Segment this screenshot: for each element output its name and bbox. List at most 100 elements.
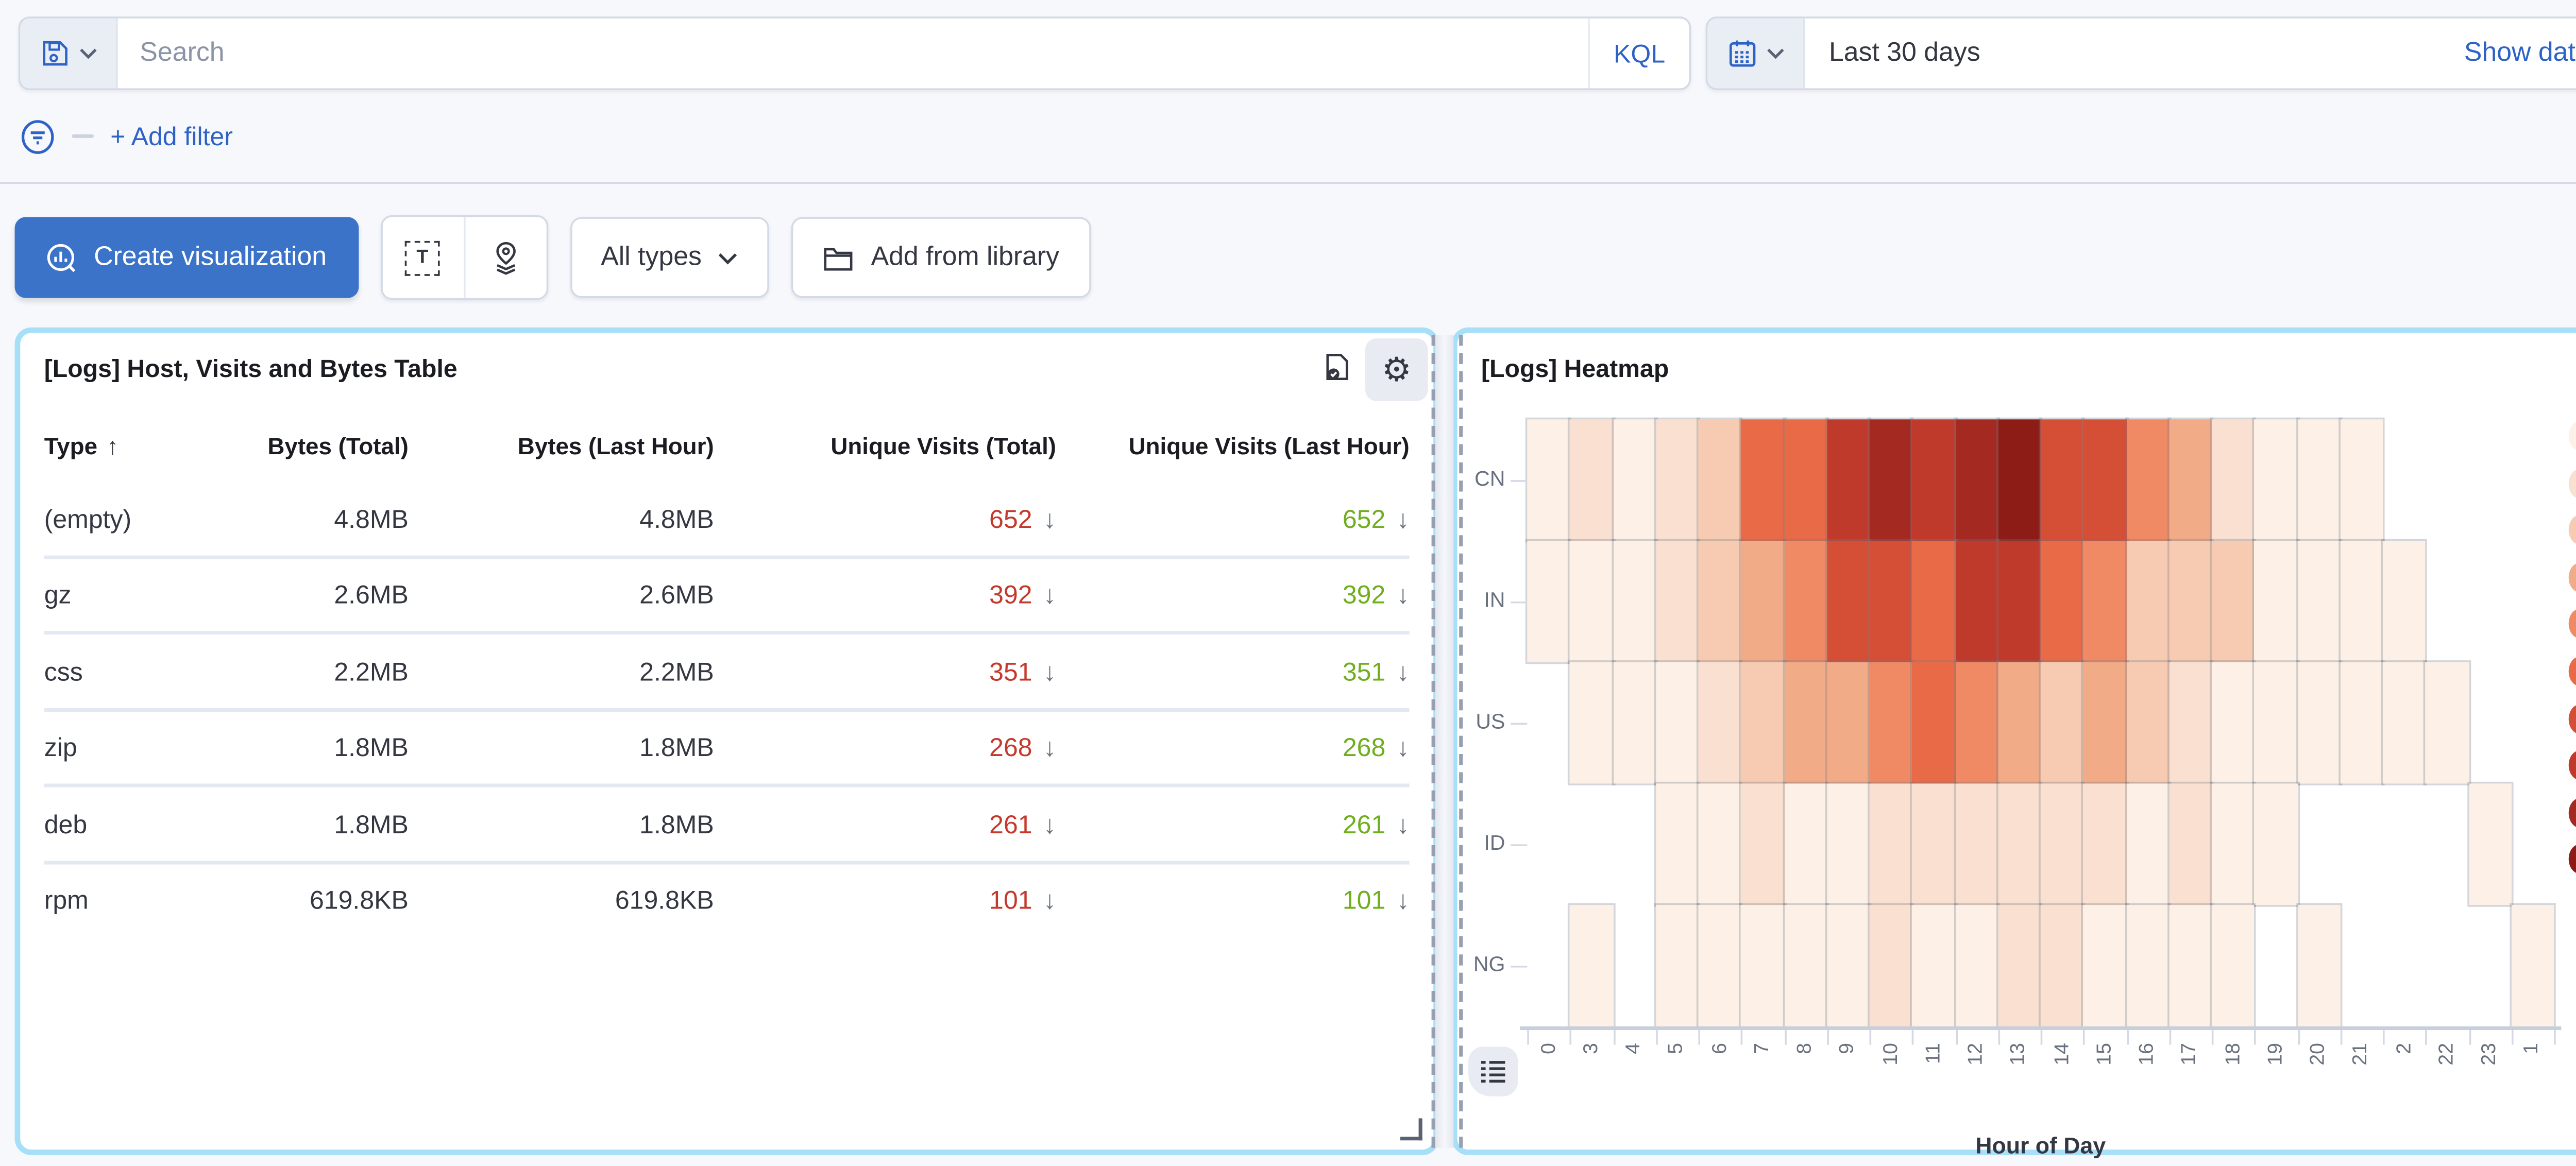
heatmap-cell[interactable]	[1613, 541, 1655, 662]
heatmap-cell[interactable]	[2468, 783, 2511, 905]
legend-item[interactable]: 18 - 24	[2569, 555, 2576, 599]
heatmap-cell[interactable]	[1741, 905, 1784, 1026]
heatmap-cell[interactable]	[2255, 419, 2297, 541]
heatmap-cell[interactable]	[1912, 662, 1955, 784]
date-quick-menu-button[interactable]	[1707, 19, 1805, 89]
heatmap-cell[interactable]	[2426, 662, 2468, 784]
show-dates-button[interactable]: Show dates	[2464, 19, 2576, 89]
heatmap-cell[interactable]	[1655, 419, 1698, 541]
heatmap-cell[interactable]	[1955, 419, 1998, 541]
legend-item[interactable]: 36 - 42	[2569, 696, 2576, 741]
heatmap-cell[interactable]	[2340, 541, 2383, 662]
heatmap-cell[interactable]	[1870, 541, 1912, 662]
column-header-unique-visits-last-hour[interactable]: Unique Visits (Last Hour)	[1056, 432, 1410, 460]
heatmap-cell[interactable]	[1870, 419, 1912, 541]
heatmap-cell[interactable]	[2041, 662, 2083, 784]
heatmap-cell[interactable]	[2297, 662, 2340, 784]
heatmap-cell[interactable]	[2041, 783, 2083, 905]
heatmap-cell[interactable]	[2169, 783, 2212, 905]
legend-item[interactable]: 48 - 54	[2569, 791, 2576, 835]
arrow-down-icon[interactable]: ↓	[1043, 885, 1056, 915]
heatmap-cell[interactable]	[1698, 905, 1741, 1026]
heatmap-cell[interactable]	[1655, 905, 1698, 1026]
heatmap-cell[interactable]	[1912, 905, 1955, 1026]
arrow-down-icon[interactable]: ↓	[1043, 656, 1056, 685]
heatmap-cell[interactable]	[2169, 541, 2212, 662]
column-header-bytes-total[interactable]: Bytes (Total)	[206, 432, 409, 460]
saved-query-menu-button[interactable]	[20, 19, 117, 89]
column-header-unique-visits-total[interactable]: Unique Visits (Total)	[714, 432, 1056, 460]
heatmap-cell[interactable]	[2083, 662, 2126, 784]
heatmap-cell[interactable]	[1655, 662, 1698, 784]
heatmap-cell[interactable]	[1784, 905, 1827, 1026]
heatmap-cell[interactable]	[1741, 419, 1784, 541]
heatmap-cell[interactable]	[1698, 662, 1741, 784]
search-input[interactable]	[118, 19, 1588, 89]
arrow-down-icon[interactable]: ↓	[1043, 732, 1056, 762]
heatmap-cell[interactable]	[1527, 541, 1570, 662]
heatmap-cell[interactable]	[2083, 905, 2126, 1026]
legend-item[interactable]: 0 - 6	[2569, 414, 2576, 458]
heatmap-cell[interactable]	[1998, 662, 2041, 784]
heatmap-cell[interactable]	[1655, 541, 1698, 662]
heatmap-cell[interactable]	[1570, 419, 1613, 541]
heatmap-cell[interactable]	[1698, 783, 1741, 905]
panel-resize-handle[interactable]	[1400, 1118, 1422, 1140]
heatmap-cell[interactable]	[1912, 541, 1955, 662]
heatmap-cell[interactable]	[1827, 905, 1870, 1026]
heatmap-cell[interactable]	[2041, 905, 2083, 1026]
heatmap-cell[interactable]	[1784, 783, 1827, 905]
heatmap-cell[interactable]	[1827, 541, 1870, 662]
heatmap-cell[interactable]	[2340, 419, 2383, 541]
heatmap-cell[interactable]	[2169, 662, 2212, 784]
heatmap-cell[interactable]	[2212, 905, 2255, 1026]
heatmap-cell[interactable]	[1570, 541, 1613, 662]
heatmap-cell[interactable]	[1741, 541, 1784, 662]
heatmap-cell[interactable]	[2511, 905, 2554, 1026]
legend-item[interactable]: 12 - 18	[2569, 508, 2576, 552]
arrow-down-icon[interactable]: ↓	[1397, 656, 1410, 685]
heatmap-cell[interactable]	[2126, 662, 2169, 784]
legend-item[interactable]: 6 - 12	[2569, 461, 2576, 505]
heatmap-cell[interactable]	[1784, 541, 1827, 662]
heatmap-cell[interactable]	[2126, 541, 2169, 662]
heatmap-cell[interactable]	[1998, 905, 2041, 1026]
add-filter-button[interactable]: + Add filter	[110, 122, 233, 151]
heatmap-cell[interactable]	[2297, 541, 2340, 662]
heatmap-cell[interactable]	[1784, 662, 1827, 784]
arrow-down-icon[interactable]: ↓	[1043, 809, 1056, 838]
heatmap-cell[interactable]	[2297, 905, 2340, 1026]
arrow-down-icon[interactable]: ↓	[1397, 504, 1410, 533]
heatmap-cell[interactable]	[1955, 662, 1998, 784]
heatmap-cell[interactable]	[1741, 662, 1784, 784]
heatmap-cell[interactable]	[1698, 419, 1741, 541]
heatmap-cell[interactable]	[1827, 662, 1870, 784]
heatmap-cell[interactable]	[2169, 419, 2212, 541]
heatmap-cell[interactable]	[2383, 541, 2426, 662]
heatmap-cell[interactable]	[1527, 419, 1570, 541]
heatmap-cell[interactable]	[2083, 419, 2126, 541]
legend-item[interactable]: 42 - 48	[2569, 744, 2576, 788]
heatmap-cell[interactable]	[1870, 662, 1912, 784]
legend-item[interactable]: 24 - 30	[2569, 602, 2576, 646]
heatmap-cell[interactable]	[1998, 783, 2041, 905]
heatmap-cell[interactable]	[2255, 541, 2297, 662]
panel-filters-button[interactable]	[1310, 338, 1365, 393]
heatmap-cell[interactable]	[2126, 419, 2169, 541]
heatmap-cell[interactable]	[2255, 783, 2297, 905]
all-types-dropdown[interactable]: All types	[570, 217, 770, 298]
kql-button[interactable]: KQL	[1588, 19, 1689, 89]
heatmap-cell[interactable]	[1698, 541, 1741, 662]
heatmap-cell[interactable]	[1570, 662, 1613, 784]
heatmap-cell[interactable]	[1998, 541, 2041, 662]
heatmap-cell[interactable]	[1955, 541, 1998, 662]
legend-toggle-button[interactable]	[1468, 1047, 1518, 1096]
arrow-down-icon[interactable]: ↓	[1043, 504, 1056, 533]
heatmap-cell[interactable]	[1613, 419, 1655, 541]
panel-edge-dashed-right[interactable]	[1459, 335, 1463, 1148]
arrow-down-icon[interactable]: ↓	[1397, 580, 1410, 609]
heatmap-cell[interactable]	[1998, 419, 2041, 541]
heatmap-cell[interactable]	[2169, 905, 2212, 1026]
create-visualization-button[interactable]: Create visualization	[15, 217, 358, 298]
heatmap-cell[interactable]	[2297, 419, 2340, 541]
